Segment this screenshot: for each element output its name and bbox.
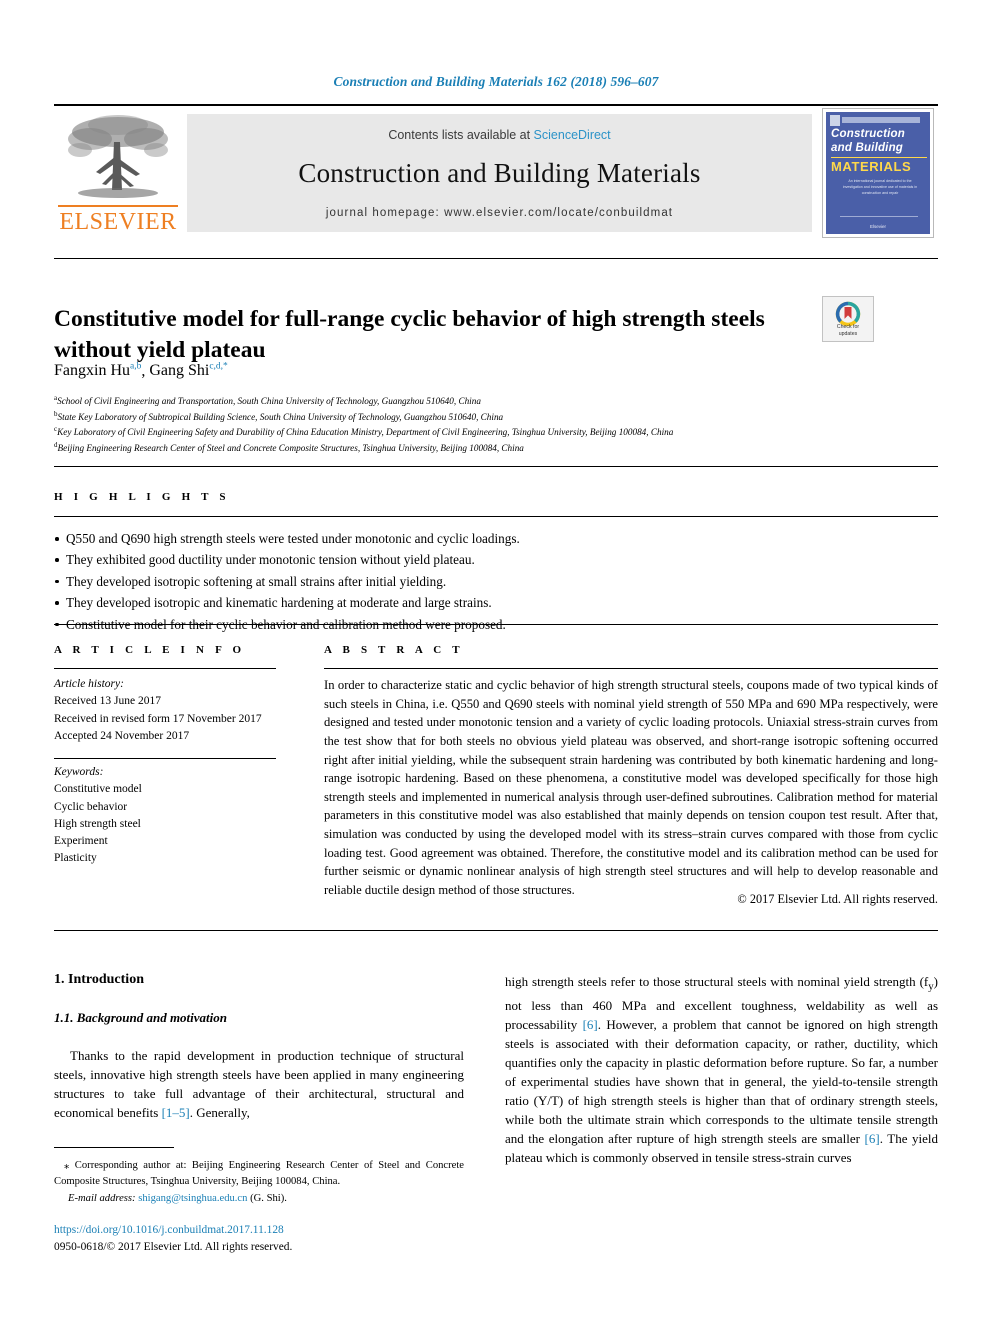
highlights-top-divider xyxy=(54,466,938,467)
keyword-item: Experiment xyxy=(54,835,108,847)
issn-copyright-line: 0950-0618/© 2017 Elsevier Ltd. All right… xyxy=(54,1240,293,1253)
cover-publisher: Elsevier xyxy=(869,224,886,229)
cover-top-bar xyxy=(842,117,920,123)
affiliation-c: cKey Laboratory of Civil Engineering Saf… xyxy=(54,424,938,440)
paragraph-text-3: . However, a problem that cannot be igno… xyxy=(505,1016,938,1147)
keyword-item: High strength steel xyxy=(54,817,141,830)
cover-title-line-1: Construction xyxy=(831,128,905,140)
body-column-right: high strength steels refer to those stru… xyxy=(505,972,938,1167)
cover-blurb: An international journal dedicated to th… xyxy=(842,179,918,195)
journal-homepage-link[interactable]: journal homepage: www.elsevier.com/locat… xyxy=(187,207,812,219)
crossmark-line-2: updates xyxy=(838,330,858,337)
page-title: Constitutive model for full-range cyclic… xyxy=(54,305,765,363)
paragraph-text-tail: . Generally, xyxy=(189,1105,250,1121)
sciencedirect-link[interactable]: ScienceDirect xyxy=(534,128,611,142)
copyright-line: © 2017 Elsevier Ltd. All rights reserved… xyxy=(737,892,938,906)
doi-block: https://doi.org/10.1016/j.conbuildmat.20… xyxy=(54,1222,474,1255)
elsevier-rule xyxy=(58,205,178,207)
paragraph: Thanks to the rapid development in produ… xyxy=(54,1046,464,1122)
author-1: Fangxin Hua,b xyxy=(54,362,141,379)
running-head: Construction and Building Materials 162 … xyxy=(333,74,659,89)
elsevier-tree-icon xyxy=(68,115,168,198)
highlight-item: Q550 and Q690 high strength steels were … xyxy=(54,528,938,549)
journal-title: Construction and Building Materials xyxy=(298,158,701,188)
contents-prefix: Contents lists available at xyxy=(388,128,534,142)
affiliation-list: aSchool of Civil Engineering and Transpo… xyxy=(54,393,938,455)
author-2: Gang Shic,d,* xyxy=(149,362,227,379)
email-line: E-mail address: shigang@tsinghua.edu.cn … xyxy=(54,1191,464,1207)
doi-link[interactable]: https://doi.org/10.1016/j.conbuildmat.20… xyxy=(54,1222,474,1239)
affiliation-b-text: State Key Laboratory of Subtropical Buil… xyxy=(57,411,504,422)
cover-divider xyxy=(831,157,927,158)
cover-title-line-2: and Building xyxy=(831,142,904,154)
citation-link[interactable]: [6] xyxy=(865,1131,880,1146)
article-history-item: Received in revised form 17 November 201… xyxy=(54,712,262,725)
affiliation-a: aSchool of Civil Engineering and Transpo… xyxy=(54,393,938,409)
email-owner: (G. Shi). xyxy=(250,1192,287,1204)
highlights-list: Q550 and Q690 high strength steels were … xyxy=(54,528,938,635)
journal-cover-thumbnail: Construction and Building MATERIALS An i… xyxy=(822,108,934,238)
contents-available-line: Contents lists available at ScienceDirec… xyxy=(187,128,812,142)
crossmark-badge[interactable]: Check for updates xyxy=(822,296,874,342)
crossmark-line-1: Check for xyxy=(836,323,860,330)
subsection-heading-background: 1.1. Background and motivation xyxy=(54,1010,227,1025)
body-column-left: 1. Introduction 1.1. Background and moti… xyxy=(54,972,464,1122)
abstract-text: In order to characterize static and cycl… xyxy=(324,678,938,897)
highlight-item: They exhibited good ductility under mono… xyxy=(54,549,938,570)
elsevier-logo: ELSEVIER xyxy=(54,112,182,236)
cover-bottom-divider xyxy=(840,216,918,217)
masthead-center-panel: Contents lists available at ScienceDirec… xyxy=(187,114,812,232)
section-heading-introduction: 1. Introduction xyxy=(54,972,144,987)
article-info-divider xyxy=(54,668,276,669)
affiliation-c-text: Key Laboratory of Civil Engineering Safe… xyxy=(57,427,674,438)
highlight-item: They developed isotropic and kinematic h… xyxy=(54,592,938,613)
journal-cover-art: Construction and Building MATERIALS An i… xyxy=(826,112,930,234)
article-history-item: Accepted 24 November 2017 xyxy=(54,729,190,742)
author-1-name: Fangxin Hu xyxy=(54,362,130,380)
affiliation-d-text: Beijing Engineering Research Center of S… xyxy=(57,442,524,453)
author-2-name: Gang Shi xyxy=(149,362,210,380)
paragraph: high strength steels refer to those stru… xyxy=(505,972,938,1167)
paragraph-text: high strength steels refer to those stru… xyxy=(505,974,929,989)
author-list: Fangxin Hua,b, Gang Shic,d,* xyxy=(54,362,228,380)
highlights-end-divider xyxy=(54,624,938,625)
journal-masthead: ELSEVIER Contents lists available at Sci… xyxy=(54,104,938,238)
article-history-item: Received 13 June 2017 xyxy=(54,695,161,708)
cover-elsevier-mark-icon xyxy=(830,115,840,126)
cover-title-line-3: MATERIALS xyxy=(831,159,912,174)
crossmark-label: Check for updates xyxy=(823,324,873,338)
keywords-label: Keywords: xyxy=(54,766,104,778)
keyword-item: Constitutive model xyxy=(54,783,142,796)
author-2-affiliation-marker[interactable]: c,d,* xyxy=(209,362,227,372)
footnote-block: ⁎ Corresponding author at: Beijing Engin… xyxy=(54,1158,464,1207)
citation-link[interactable]: [1–5] xyxy=(162,1105,190,1120)
keywords-block: Keywords: Constitutive model Cyclic beha… xyxy=(54,764,284,868)
affiliation-b: bState Key Laboratory of Subtropical Bui… xyxy=(54,409,938,425)
email-label: E-mail address: xyxy=(68,1192,136,1204)
body-top-divider xyxy=(54,930,938,931)
keywords-divider xyxy=(54,758,276,759)
paragraph-text: Thanks to the rapid development in produ… xyxy=(54,1048,464,1121)
corresponding-author-note: ⁎ Corresponding author at: Beijing Engin… xyxy=(54,1160,464,1187)
article-history: Article history: Received 13 June 2017 R… xyxy=(54,676,284,745)
citation-link[interactable]: [6] xyxy=(583,1017,598,1032)
affiliation-a-text: School of Civil Engineering and Transpor… xyxy=(57,396,481,407)
keyword-item: Cyclic behavior xyxy=(54,800,128,813)
highlights-bottom-divider xyxy=(54,516,938,517)
paper-page: Construction and Building Materials 162 … xyxy=(0,0,992,1323)
elsevier-wordmark: ELSEVIER xyxy=(59,209,177,235)
title-divider xyxy=(54,258,938,259)
author-1-affiliation-marker[interactable]: a,b xyxy=(130,362,141,372)
highlights-heading: H I G H L I G H T S xyxy=(54,491,230,503)
article-history-label: Article history: xyxy=(54,678,124,690)
email-link[interactable]: shigang@tsinghua.edu.cn xyxy=(138,1193,247,1204)
keyword-item: Plasticity xyxy=(54,852,97,865)
affiliation-d: dBeijing Engineering Research Center of … xyxy=(54,440,938,456)
abstract-divider xyxy=(324,668,938,669)
article-info-heading: A R T I C L E I N F O xyxy=(54,644,246,656)
highlight-item: They developed isotropic softening at sm… xyxy=(54,571,938,592)
footnote-divider xyxy=(54,1147,174,1148)
abstract-heading: A B S T R A C T xyxy=(324,644,464,656)
